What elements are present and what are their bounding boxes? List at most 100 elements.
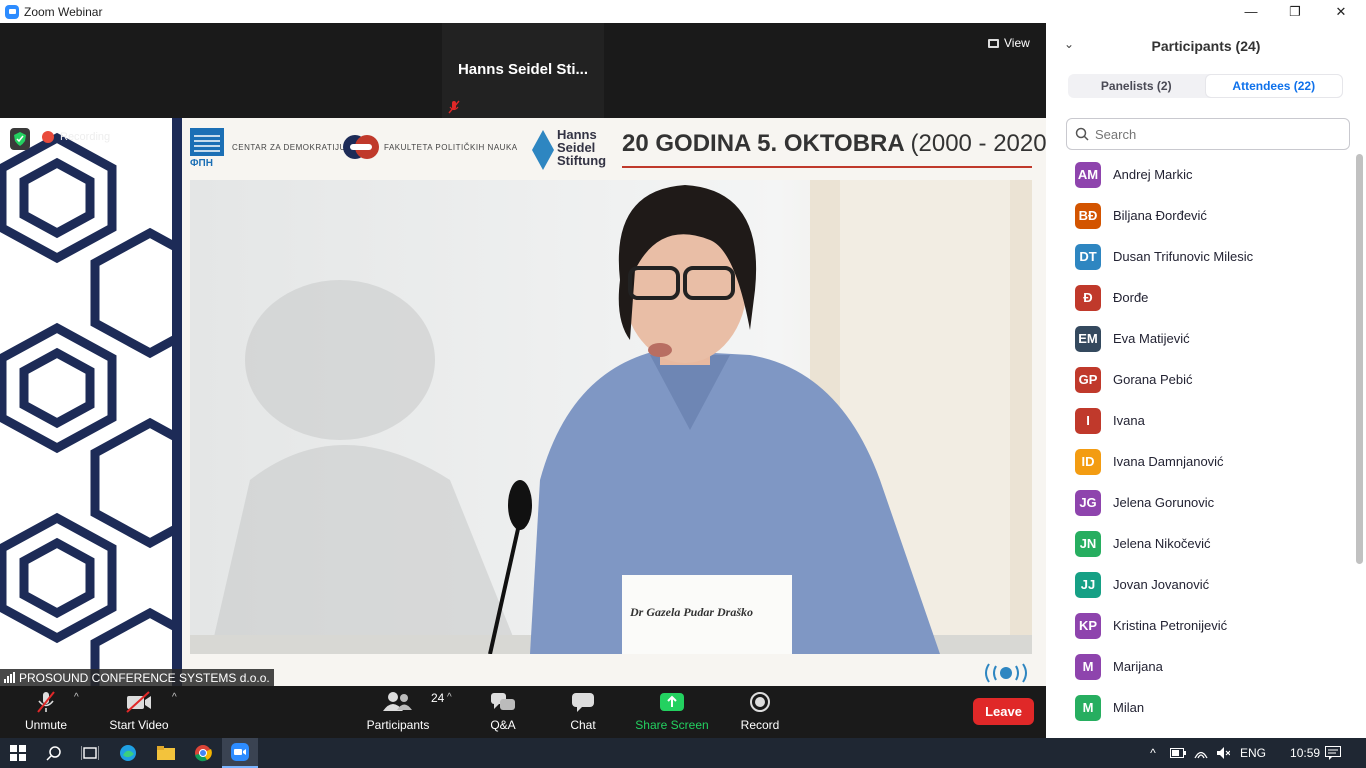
- banner-underline: [622, 166, 1032, 168]
- unmute-button[interactable]: Unmute: [18, 686, 74, 738]
- list-scrollbar[interactable]: [1356, 154, 1363, 564]
- attendee-name: Ivana: [1113, 413, 1145, 428]
- qa-button[interactable]: Q&A: [482, 686, 524, 738]
- attendee-name: Jovan Jovanović: [1113, 577, 1210, 592]
- avatar: AM: [1075, 161, 1101, 188]
- main-video: ФПН CENTAR ZA DEMOKRATIJU FAKULTETA POLI…: [0, 118, 1046, 686]
- zoom-logo-icon: [5, 4, 19, 19]
- attendee-row[interactable]: ID Ivana Damnjanović: [1046, 441, 1356, 482]
- share-screen-icon: [660, 693, 684, 711]
- attendee-name: Andrej Markic: [1113, 167, 1193, 182]
- task-view-icon[interactable]: [72, 738, 108, 768]
- event-headline: 20 GODINA 5. OKTOBRA (2000 - 2020): [622, 130, 1046, 158]
- avatar: M: [1075, 694, 1101, 721]
- speaker-video: Dr Gazela Pudar Draško: [190, 180, 1032, 654]
- search-input[interactable]: [1095, 126, 1325, 142]
- chat-button[interactable]: Chat: [562, 686, 604, 738]
- recording-indicator[interactable]: Recording: [42, 131, 110, 143]
- presenter-name: PROSOUND CONFERENCE SYSTEMS d.o.o.: [19, 670, 270, 685]
- tab-panelists[interactable]: Panelists (2): [1068, 74, 1205, 98]
- fpn-text: ФПН: [190, 158, 213, 169]
- org-centar: CENTAR ZA DEMOKRATIJU: [232, 143, 346, 152]
- muted-mic-icon: [37, 691, 55, 713]
- avatar: M: [1075, 653, 1101, 680]
- attendee-name: Marijana: [1113, 659, 1163, 674]
- avatar: ID: [1075, 448, 1101, 475]
- panelist-tile[interactable]: Hanns Seidel Sti...: [442, 23, 604, 118]
- participants-options-caret-icon[interactable]: ^: [447, 692, 452, 703]
- close-button[interactable]: ✕: [1318, 0, 1364, 23]
- audio-options-caret-icon[interactable]: ^: [74, 692, 79, 703]
- start-video-button[interactable]: Start Video: [105, 686, 173, 738]
- panelist-name: Hanns Seidel Sti...: [457, 61, 589, 78]
- unmute-label: Unmute: [24, 718, 68, 732]
- volume-muted-icon[interactable]: [1216, 746, 1230, 760]
- chrome-browser-icon[interactable]: [185, 738, 221, 768]
- presenter-label: PROSOUND CONFERENCE SYSTEMS d.o.o.: [0, 669, 274, 686]
- encryption-shield-icon[interactable]: [10, 128, 30, 150]
- attendee-row[interactable]: KP Kristina Petronijević: [1046, 605, 1356, 646]
- share-screen-button[interactable]: Share Screen: [634, 686, 710, 738]
- thumbnail-strip: Hanns Seidel Sti... View: [0, 23, 1046, 118]
- video-options-caret-icon[interactable]: ^: [172, 692, 177, 703]
- windows-taskbar: ^ ENG 10:59: [0, 738, 1366, 768]
- search-box[interactable]: [1066, 118, 1350, 150]
- avatar: Đ: [1075, 284, 1101, 311]
- battery-icon[interactable]: [1170, 748, 1186, 758]
- avatar: JG: [1075, 489, 1101, 516]
- video-stage: Hanns Seidel Sti... View ФПН CENTAR ZA D…: [0, 23, 1046, 686]
- search-taskbar-icon[interactable]: [36, 738, 72, 768]
- attendee-name: Milan: [1113, 700, 1145, 715]
- restore-button[interactable]: ❐: [1272, 0, 1318, 23]
- clock[interactable]: 10:59: [1290, 746, 1320, 760]
- record-label: Record: [740, 718, 780, 732]
- qa-label: Q&A: [490, 718, 516, 732]
- attendee-row[interactable]: AM Andrej Markic: [1046, 154, 1356, 195]
- recording-label: Recording: [60, 131, 111, 143]
- avatar: JN: [1075, 530, 1101, 557]
- windows-start-icon[interactable]: [0, 738, 36, 768]
- leave-button[interactable]: Leave: [973, 698, 1034, 725]
- zoom-taskbar-icon[interactable]: [222, 738, 258, 768]
- signal-bars-icon: [4, 672, 15, 683]
- participants-panel: ⌄ Participants (24) Panelists (2) Attend…: [1046, 23, 1366, 738]
- wifi-icon[interactable]: [1194, 746, 1208, 760]
- chat-icon: [572, 693, 594, 712]
- meeting-toolbar: Unmute ^ Start Video ^ 24 Participants ^…: [0, 686, 1046, 738]
- attendee-row[interactable]: JN Jelena Nikočević: [1046, 523, 1356, 564]
- attendee-name: Jelena Gorunovic: [1113, 495, 1215, 510]
- record-icon: [750, 692, 770, 712]
- recording-dot-icon: [42, 131, 54, 143]
- file-explorer-icon[interactable]: [148, 738, 184, 768]
- tray-overflow-icon[interactable]: ^: [1146, 746, 1160, 760]
- avatar: GP: [1075, 366, 1101, 393]
- attendee-row[interactable]: DT Dusan Trifunovic Milesic: [1046, 236, 1356, 277]
- language-indicator[interactable]: ENG: [1240, 746, 1266, 760]
- attendee-row[interactable]: I Ivana: [1046, 400, 1356, 441]
- attendee-row[interactable]: JG Jelena Gorunovic: [1046, 482, 1356, 523]
- attendee-row[interactable]: Đ Đorđe: [1046, 277, 1356, 318]
- speaker-nameplate: Dr Gazela Pudar Draško: [629, 605, 753, 619]
- chat-label: Chat: [570, 718, 596, 732]
- attendee-row[interactable]: M Marijana: [1046, 646, 1356, 687]
- view-button[interactable]: View: [982, 33, 1036, 53]
- participants-button[interactable]: 24 Participants: [364, 686, 445, 738]
- event-banner: ФПН CENTAR ZA DEMOKRATIJU FAKULTETA POLI…: [182, 118, 1046, 180]
- attendee-row[interactable]: M Milan: [1046, 687, 1356, 728]
- attendee-row[interactable]: JJ Jovan Jovanović: [1046, 564, 1356, 605]
- org-fakultet: FAKULTETA POLITIČKIH NAUKA: [384, 143, 518, 152]
- attendee-row[interactable]: GP Gorana Pebić: [1046, 359, 1356, 400]
- qa-icon: [491, 693, 515, 710]
- participant-tabs: Panelists (2) Attendees (22): [1068, 74, 1343, 98]
- attendee-name: Biljana Đorđević: [1113, 208, 1207, 223]
- attendee-row[interactable]: EM Eva Matijević: [1046, 318, 1356, 359]
- attendee-list: AM Andrej Markic BĐ Biljana Đorđević DT Dusan…: [1046, 154, 1356, 738]
- attendee-row[interactable]: BĐ Biljana Đorđević: [1046, 195, 1356, 236]
- record-button[interactable]: Record: [738, 686, 782, 738]
- hss-logo: [532, 130, 554, 170]
- edge-browser-icon[interactable]: [110, 738, 146, 768]
- panel-title: Participants (24): [1151, 38, 1261, 54]
- minimize-button[interactable]: —: [1228, 0, 1274, 23]
- tab-attendees[interactable]: Attendees (22): [1204, 74, 1343, 98]
- notifications-icon[interactable]: [1318, 738, 1348, 768]
